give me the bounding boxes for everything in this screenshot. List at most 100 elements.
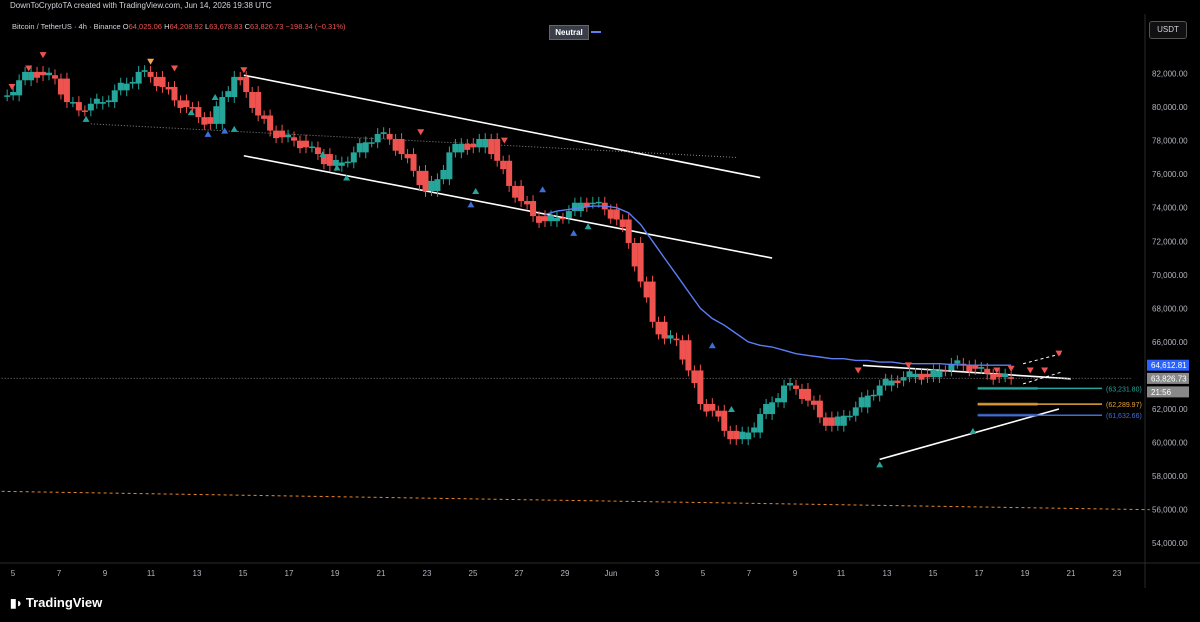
candle-body: [667, 335, 674, 339]
candle-body: [918, 373, 925, 380]
candle-body: [141, 70, 148, 72]
candle-body: [153, 76, 160, 87]
candle-body: [147, 71, 154, 77]
x-tick-label: 21: [377, 569, 386, 578]
y-tick-label: 82,000.00: [1152, 70, 1188, 79]
candle-body: [51, 75, 58, 79]
x-tick-label: 23: [1113, 569, 1122, 578]
candle-body: [28, 71, 35, 81]
candle-body: [589, 202, 596, 205]
candle-body: [93, 98, 100, 104]
candle-body: [296, 140, 303, 149]
price-tag-label: 21:56: [1151, 388, 1172, 397]
candle-body: [900, 377, 907, 381]
candle-body: [99, 102, 106, 104]
candle-body: [565, 211, 572, 218]
x-tick-label: 3: [655, 569, 660, 578]
candle-body: [846, 415, 853, 418]
candle-body: [757, 414, 764, 433]
candle-body: [392, 138, 399, 151]
level-label: (63,231.80): [1106, 386, 1142, 393]
x-tick-label: 25: [469, 569, 478, 578]
candle-body: [613, 209, 620, 220]
candle-body: [709, 404, 716, 411]
y-tick-label: 70,000.00: [1152, 271, 1188, 280]
y-tick-label: 56,000.00: [1152, 506, 1188, 515]
candle-body: [733, 430, 740, 440]
price-tag-label: 64,612.81: [1151, 361, 1187, 370]
candle-body: [34, 71, 41, 78]
x-tick-label: 13: [193, 569, 202, 578]
buy-signal-marker: [727, 406, 735, 413]
candle-body: [207, 117, 214, 124]
buy-signal-marker: [969, 427, 977, 434]
candle-body: [87, 103, 94, 111]
candle-body: [649, 281, 656, 322]
candle-body: [661, 321, 668, 339]
candle-body: [775, 398, 782, 403]
candle-body: [769, 402, 776, 415]
candle-body: [314, 147, 321, 155]
buy-signal-marker: [204, 130, 212, 137]
candle-body: [482, 138, 489, 148]
candle-body: [308, 146, 315, 149]
sell-signal-marker: [39, 52, 47, 59]
buy-signal-marker: [570, 229, 578, 236]
candle-body: [225, 91, 232, 98]
candle-body: [882, 378, 889, 386]
candle-body: [291, 137, 298, 141]
buy-signal-marker: [211, 94, 219, 101]
candle-body: [117, 82, 124, 91]
x-tick-label: 7: [57, 569, 62, 578]
candle-body: [930, 369, 937, 378]
candle-body: [75, 102, 82, 111]
candle-body: [942, 370, 949, 372]
candle-body: [10, 92, 17, 96]
buy-signal-marker: [539, 186, 547, 193]
candle-body: [440, 170, 447, 180]
candle-body: [906, 371, 913, 378]
candle-body: [404, 154, 411, 159]
x-tick-label: 27: [515, 569, 524, 578]
candle-body: [530, 201, 537, 217]
candle-body: [195, 107, 202, 118]
candle-body: [69, 102, 76, 104]
candle-body: [213, 106, 220, 124]
candle-body: [691, 370, 698, 384]
candle-body: [864, 395, 871, 408]
candle-body: [816, 400, 823, 418]
x-tick-label: 19: [331, 569, 340, 578]
buy-signal-marker: [472, 187, 480, 194]
buy-signal-marker: [708, 342, 716, 349]
y-tick-label: 68,000.00: [1152, 304, 1188, 313]
candle-body: [386, 133, 393, 139]
sell-signal-marker: [1041, 367, 1049, 374]
y-tick-label: 76,000.00: [1152, 170, 1188, 179]
candle-body: [751, 427, 758, 433]
trendline-wedge-upper: [1022, 353, 1062, 365]
x-tick-label: 15: [239, 569, 248, 578]
level-label: (61,632.66): [1106, 413, 1142, 420]
buy-signal-marker: [187, 109, 195, 116]
candle-body: [129, 81, 136, 84]
candle-body: [446, 152, 453, 180]
candle-body: [1008, 377, 1015, 379]
candle-body: [452, 144, 459, 153]
price-chart[interactable]: 82,000.00 80,000.00 78,000.00 76,000.00 74,0…: [0, 0, 1200, 588]
candle-body: [727, 430, 734, 440]
candle-body: [804, 388, 811, 401]
candle-body: [547, 215, 554, 222]
level-band: [977, 386, 1038, 390]
candle-body: [279, 130, 286, 138]
level-band: [977, 402, 1038, 406]
candle-body: [685, 340, 692, 371]
candle-body: [332, 159, 339, 166]
candle-body: [201, 117, 208, 125]
brand-name: TradingView: [25, 595, 103, 610]
candle-body: [637, 242, 644, 282]
x-tick-label: 15: [929, 569, 938, 578]
candle-body: [536, 216, 543, 223]
candle-body: [781, 385, 788, 403]
y-tick-label: 74,000.00: [1152, 204, 1188, 213]
moving-average-line: [544, 205, 1012, 366]
